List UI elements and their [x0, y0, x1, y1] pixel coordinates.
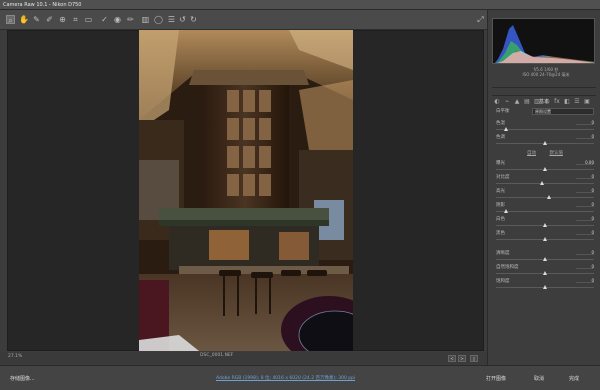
- vibrance-slider[interactable]: [496, 271, 594, 275]
- contrast-thumb[interactable]: [540, 181, 545, 185]
- next-image-button[interactable]: >: [458, 355, 466, 362]
- auto-link[interactable]: 自动: [527, 151, 536, 156]
- file-name: DSC_0001.NEF: [200, 353, 234, 358]
- red-eye-icon[interactable]: ◉: [113, 15, 122, 24]
- adjustment-panel: f/5.6 1/60 秒 ISO 400 24-70@24 毫米 ◐ ⌁ ▲ ▤ ▥ ◎ f…: [487, 10, 600, 365]
- adjust-brush-icon[interactable]: ✏: [126, 15, 135, 24]
- radial-filter-icon[interactable]: ◯: [154, 15, 163, 24]
- straighten-icon[interactable]: ▭: [84, 15, 93, 24]
- done-button[interactable]: 完成: [565, 374, 583, 384]
- highlights-label: 高光: [496, 189, 505, 194]
- tint-thumb[interactable]: [543, 141, 547, 145]
- whites-thumb[interactable]: [543, 223, 547, 227]
- zoom-icon[interactable]: ⌕: [6, 15, 15, 25]
- vibrance-label: 自然饱和度: [496, 265, 519, 270]
- target-adjust-icon[interactable]: ⊕: [58, 15, 67, 24]
- clarity-value[interactable]: 0: [576, 250, 594, 255]
- clarity-slider[interactable]: [496, 257, 594, 261]
- shadows-thumb[interactable]: [503, 209, 508, 213]
- camera-info-line-2: ISO 400 24-70@24 毫米: [522, 72, 570, 77]
- vibrance-thumb[interactable]: [543, 271, 547, 275]
- temperature-label: 色温: [496, 121, 505, 126]
- camera-raw-window: Camera Raw 10.1 - Nikon D750 ⌕ ✋ ✎ ✐ ⊕ ⌗…: [0, 0, 600, 390]
- tint-value[interactable]: 0: [576, 134, 594, 139]
- clarity-thumb[interactable]: [543, 257, 547, 261]
- save-image-button[interactable]: 存储图像...: [6, 374, 39, 384]
- temperature-value[interactable]: 0: [576, 120, 594, 125]
- blacks-slider[interactable]: [496, 237, 594, 241]
- white-balance-label: 白平衡: [496, 109, 510, 114]
- contrast-value[interactable]: 0: [576, 174, 594, 179]
- blacks-value[interactable]: 0: [576, 230, 594, 235]
- shadows-label: 阴影: [496, 203, 505, 208]
- contrast-label: 对比度: [496, 175, 510, 180]
- white-balance-row: 白平衡 原照设置: [496, 108, 594, 116]
- saturation-slider[interactable]: [496, 285, 594, 289]
- auto-default-links: 自动 默认值: [496, 150, 594, 156]
- highlights-slider[interactable]: [496, 195, 594, 199]
- basic-section-title: 基本: [538, 99, 549, 105]
- white-balance-select[interactable]: 原照设置: [532, 108, 594, 115]
- color-sampler-icon[interactable]: ✐: [45, 15, 54, 24]
- prev-image-button[interactable]: <: [448, 355, 456, 362]
- shadows-value[interactable]: 0: [576, 202, 594, 207]
- status-bar: [0, 352, 487, 364]
- highlights-thumb[interactable]: [546, 195, 551, 199]
- spot-removal-icon[interactable]: ✓: [100, 15, 109, 24]
- hand-icon[interactable]: ✋: [19, 15, 29, 24]
- preferences-icon[interactable]: ☰: [167, 15, 176, 24]
- saturation-thumb[interactable]: [543, 285, 547, 289]
- saturation-value[interactable]: 0: [576, 278, 594, 283]
- default-link[interactable]: 默认值: [549, 151, 563, 156]
- temperature-slider[interactable]: [496, 127, 594, 131]
- exposure-label: 曝光: [496, 161, 505, 166]
- title-bar: Camera Raw 10.1 - Nikon D750: [0, 0, 600, 10]
- window-title: Camera Raw 10.1 - Nikon D750: [3, 2, 82, 8]
- rotate-left-icon[interactable]: ↺: [178, 15, 187, 24]
- view-toggle-icon[interactable]: ▯: [470, 355, 478, 362]
- fullscreen-icon[interactable]: ⤢: [476, 15, 485, 24]
- clarity-label: 清晰度: [496, 251, 510, 256]
- blacks-thumb[interactable]: [543, 237, 547, 241]
- tint-label: 色调: [496, 135, 505, 140]
- vibrance-value[interactable]: 0: [576, 264, 594, 269]
- whites-value[interactable]: 0: [576, 216, 594, 221]
- whites-label: 白色: [496, 217, 505, 222]
- panel-tabs: ◐ ⌁ ▲ ▤ ▥ ◎ fx ◧ ☰ ▣: [492, 87, 596, 105]
- zoom-level[interactable]: 27.1%: [8, 354, 22, 359]
- saturation-label: 饱和度: [496, 279, 510, 284]
- histogram: [492, 18, 595, 64]
- blacks-label: 黑色: [496, 231, 505, 236]
- open-image-button[interactable]: 打开图像: [482, 374, 510, 384]
- exposure-slider[interactable]: [496, 167, 594, 171]
- photo-preview[interactable]: [139, 30, 353, 351]
- shadows-slider[interactable]: [496, 209, 594, 213]
- tint-slider[interactable]: [496, 141, 594, 145]
- graduated-filter-icon[interactable]: ▥: [141, 15, 150, 24]
- whites-slider[interactable]: [496, 223, 594, 227]
- camera-info: f/5.6 1/60 秒 ISO 400 24-70@24 毫米: [496, 67, 596, 77]
- cancel-button[interactable]: 取消: [530, 374, 548, 384]
- rotate-right-icon[interactable]: ↻: [189, 15, 198, 24]
- highlights-value[interactable]: 0: [576, 188, 594, 193]
- exposure-value[interactable]: 0.00: [576, 160, 594, 165]
- contrast-slider[interactable]: [496, 181, 594, 185]
- temperature-thumb[interactable]: [503, 127, 508, 131]
- exposure-thumb[interactable]: [543, 167, 547, 171]
- white-balance-icon[interactable]: ✎: [32, 15, 41, 24]
- photo-image: [139, 30, 353, 351]
- histogram-graph: [494, 25, 594, 63]
- workflow-options-link[interactable]: Adobe RGB (1998); 8 位; 4016 x 6020 (24.2…: [216, 374, 355, 384]
- crop-icon[interactable]: ⌗: [71, 15, 80, 24]
